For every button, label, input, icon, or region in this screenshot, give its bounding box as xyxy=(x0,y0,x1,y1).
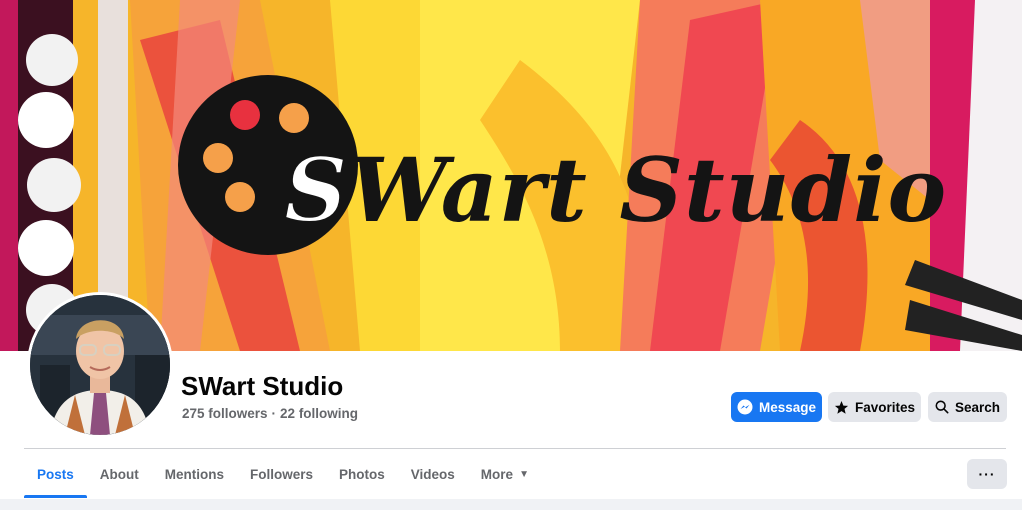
tab-label: Photos xyxy=(339,466,385,482)
tab-label: More xyxy=(480,466,514,482)
feed-background xyxy=(0,499,1022,510)
following-count-link[interactable]: 22 following xyxy=(280,406,358,421)
followers-count-link[interactable]: 275 followers xyxy=(182,406,268,421)
caret-down-icon: ▼ xyxy=(519,468,529,480)
search-button-label: Search xyxy=(954,399,1001,415)
tab-label: Mentions xyxy=(164,466,224,482)
tab-posts[interactable]: Posts xyxy=(24,450,87,498)
avatar-photo xyxy=(30,295,170,435)
stats-separator: · xyxy=(271,406,277,421)
tab-photos[interactable]: Photos xyxy=(326,450,398,498)
page-title: SWart Studio xyxy=(181,371,344,401)
tab-label: Posts xyxy=(37,466,74,482)
tab-more[interactable]: More ▼ xyxy=(468,450,542,498)
more-options-button[interactable]: ··· xyxy=(967,459,1007,489)
tab-label: Followers xyxy=(250,466,314,482)
search-button[interactable]: Search xyxy=(928,392,1007,422)
message-button-label: Message xyxy=(758,399,817,415)
ellipsis-icon: ··· xyxy=(978,466,996,482)
cover-logo-text: SWart Studio xyxy=(283,137,948,243)
tab-mentions[interactable]: Mentions xyxy=(152,450,237,498)
tab-about[interactable]: About xyxy=(87,450,152,498)
favorites-button[interactable]: Favorites xyxy=(828,392,921,422)
messenger-icon xyxy=(737,399,753,415)
profile-avatar[interactable] xyxy=(27,292,173,438)
tab-label: Videos xyxy=(410,466,455,482)
header-divider xyxy=(24,448,1006,449)
page-stats: 275 followers · 22 following xyxy=(182,406,358,421)
cover-photo[interactable]: SWart Studio xyxy=(0,0,1022,351)
tab-label: About xyxy=(99,466,139,482)
star-icon xyxy=(834,400,849,415)
message-button[interactable]: Message xyxy=(731,392,822,422)
search-icon xyxy=(935,400,949,414)
page-tabs: Posts About Mentions Followers Photos Vi… xyxy=(24,450,542,498)
favorites-button-label: Favorites xyxy=(854,399,916,415)
tab-videos[interactable]: Videos xyxy=(398,450,468,498)
tab-followers[interactable]: Followers xyxy=(237,450,326,498)
